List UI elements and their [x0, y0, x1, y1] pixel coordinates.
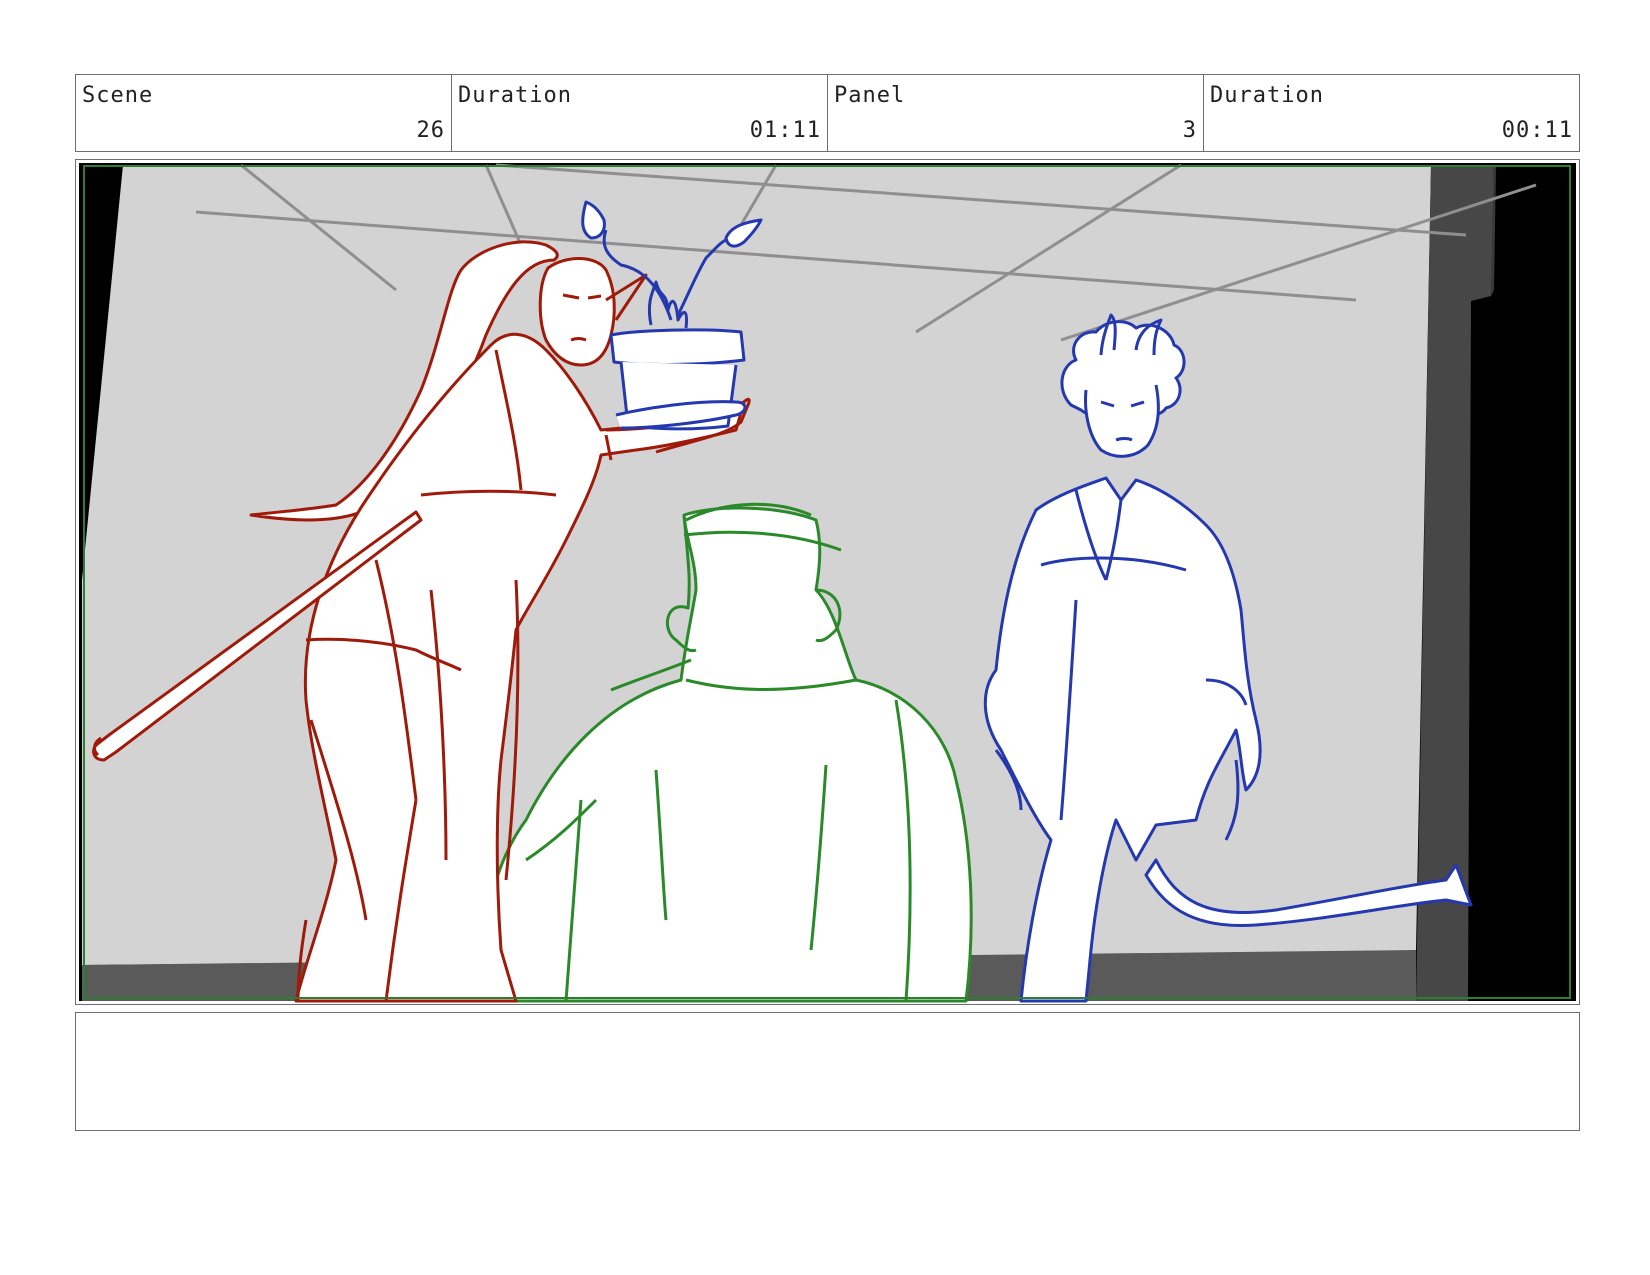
scene-label: Scene [82, 83, 154, 108]
panel-sketch [79, 163, 1576, 1003]
scene-cell: Scene 26 [76, 75, 452, 151]
panel-duration-cell: Duration 00:11 [1204, 75, 1579, 151]
scene-duration-cell: Duration 01:11 [452, 75, 828, 151]
panel-label: Panel [834, 83, 906, 108]
storyboard-header: Scene 26 Duration 01:11 Panel 3 Duration… [75, 74, 1580, 152]
panel-notes-box[interactable] [75, 1012, 1580, 1131]
scene-duration-value: 01:11 [749, 118, 821, 143]
storyboard-panel [75, 159, 1580, 1005]
scene-duration-label: Duration [458, 83, 572, 108]
scene-value: 26 [416, 118, 445, 143]
panel-duration-value: 00:11 [1501, 118, 1573, 143]
panel-cell: Panel 3 [828, 75, 1204, 151]
panel-duration-label: Duration [1210, 83, 1324, 108]
panel-value: 3 [1182, 118, 1197, 143]
